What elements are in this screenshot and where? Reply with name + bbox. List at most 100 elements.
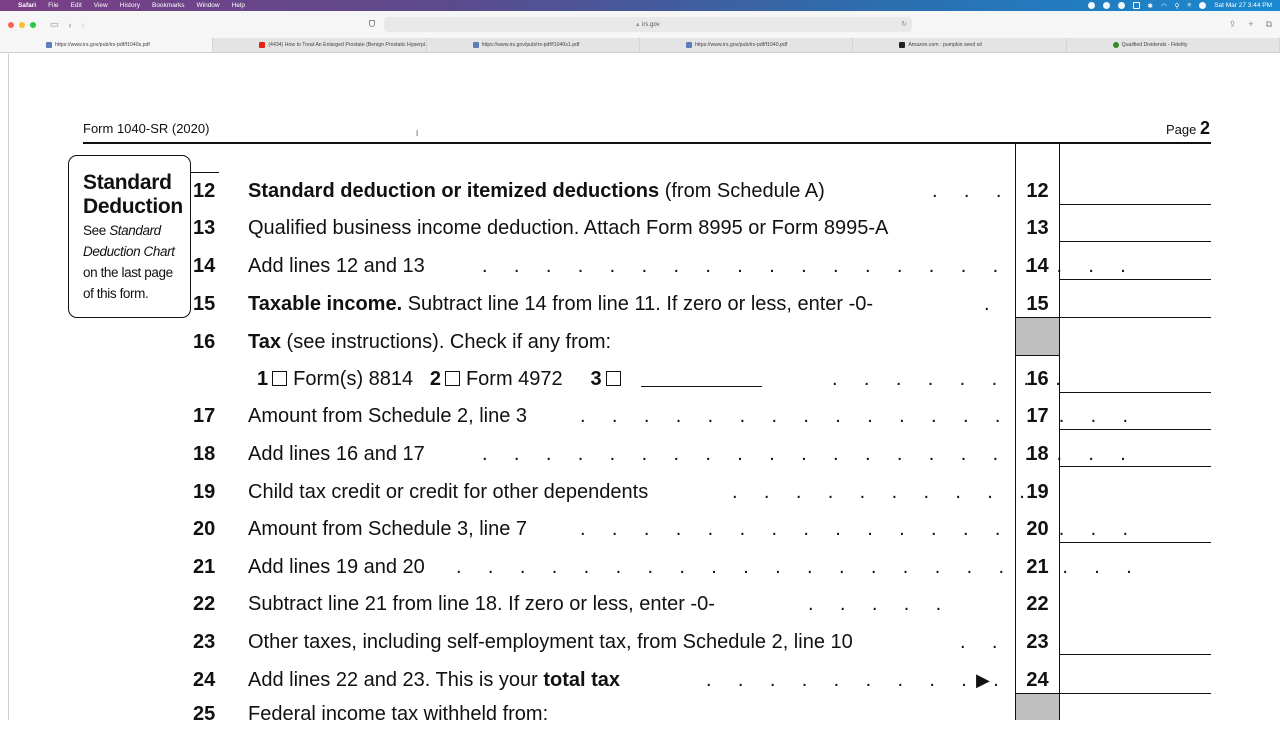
arrow-right-icon: ▶: [976, 670, 990, 690]
line-label-bold: total tax: [543, 669, 621, 691]
close-window-button[interactable]: [8, 21, 14, 28]
checkbox-form-8814[interactable]: [272, 371, 288, 386]
line-number: 18: [193, 443, 216, 465]
line-label-text: (from Schedule A): [659, 180, 825, 202]
macos-menu-bar: Safari File Edit View History Bookmarks …: [0, 0, 1280, 11]
app-status-icon[interactable]: [1102, 2, 1110, 9]
window-controls: [8, 21, 36, 28]
tab-label: https://www.irs.gov/pub/irs-pdf/f1040.pd…: [694, 42, 788, 48]
line-20: 20 Amount from Schedule 3, line 7 . . . …: [0, 511, 1280, 548]
tab-label: https://www.irs.gov/pub/irs-pdf/f1040s1.…: [481, 42, 580, 48]
reload-icon[interactable]: ↻: [901, 20, 907, 28]
tab-youtube-video[interactable]: (4434) How to Treat An Enlarged Prostate…: [213, 38, 427, 52]
line-14: 14 Add lines 12 and 13 . . . . . . . . .…: [0, 248, 1280, 285]
line-number: 17: [193, 405, 216, 427]
tab-fidelity[interactable]: Qualified Dividends - Fidelity: [1067, 38, 1280, 52]
check-3-number: 3: [590, 368, 602, 390]
line-16-options: 1 Form(s) 8814 2 Form 4972 3: [257, 368, 762, 391]
tab-f1040s1[interactable]: https://www.irs.gov/pub/irs-pdf/f1040s1.…: [427, 38, 640, 52]
record-status-icon[interactable]: [1087, 2, 1095, 9]
sync-status-icon[interactable]: [1117, 2, 1125, 9]
line-21: 21 Add lines 19 and 20 . . . . . . . . .…: [0, 549, 1280, 586]
std-box-connector: [191, 172, 219, 173]
menu-bookmarks[interactable]: Bookmarks: [152, 2, 185, 9]
fidelity-favicon-icon: [1112, 42, 1119, 48]
amount-field-23[interactable]: [1060, 624, 1211, 655]
control-center-icon[interactable]: ≡: [1187, 2, 1191, 9]
privacy-shield-icon[interactable]: [369, 20, 375, 27]
line-number: 23: [193, 631, 216, 653]
ref-number: 13: [1026, 217, 1049, 239]
line-number: 20: [193, 518, 216, 540]
amount-field-16[interactable]: [1060, 361, 1211, 393]
line-18: 18 Add lines 16 and 17 . . . . . . . . .…: [0, 436, 1280, 473]
bluetooth-icon[interactable]: ✱: [1148, 2, 1153, 10]
amount-field-13[interactable]: [1060, 211, 1211, 242]
clock[interactable]: Sat Mar 27 3:44 PM: [1214, 2, 1272, 9]
amount-field-12[interactable]: [1060, 174, 1211, 205]
line-label: Add lines 19 and 20: [248, 556, 425, 578]
menu-help[interactable]: Help: [232, 2, 245, 9]
display-status-icon[interactable]: [1132, 2, 1140, 9]
menu-history[interactable]: History: [120, 2, 140, 9]
check-2-number: 2: [429, 368, 441, 390]
line-label: Add lines 12 and 13: [248, 255, 425, 277]
ref-number: 14: [1026, 255, 1049, 277]
menu-edit[interactable]: Edit: [71, 2, 82, 9]
line-label: Taxable income. Subtract line 14 from li…: [248, 293, 873, 316]
line-number: 19: [193, 481, 216, 503]
checkbox-form-4972[interactable]: [444, 371, 460, 386]
fullscreen-window-button[interactable]: [30, 21, 36, 28]
ref-number: 12: [1026, 180, 1049, 202]
form-title: Form 1040-SR (2020): [83, 121, 210, 136]
tab-overview-icon[interactable]: ⧉: [1266, 19, 1272, 30]
ref-number: 15: [1026, 293, 1049, 315]
leader-dots: . . . . . . . . . . .: [706, 669, 1042, 691]
line-label-bold: Taxable income.: [248, 293, 403, 315]
wifi-icon[interactable]: ◠: [1161, 2, 1167, 10]
checkbox-other[interactable]: [605, 371, 621, 386]
menu-file[interactable]: File: [48, 2, 58, 9]
line-16-header: 16 Tax (see instructions). Check if any …: [0, 324, 1280, 361]
menu-app-safari[interactable]: Safari: [18, 2, 36, 9]
ref-cell-divider: [1016, 355, 1060, 356]
tab-f1040[interactable]: https://www.irs.gov/pub/irs-pdf/f1040.pd…: [640, 38, 854, 52]
amount-field-14[interactable]: [1060, 248, 1211, 280]
line-label: Amount from Schedule 3, line 7: [248, 518, 528, 540]
sidebar-toggle-icon[interactable]: ▭: [50, 19, 59, 30]
amount-field-24[interactable]: [1060, 662, 1211, 694]
amount-field-20[interactable]: [1060, 511, 1211, 543]
other-form-field[interactable]: [640, 373, 762, 387]
ref-cell-divider: [1016, 693, 1060, 694]
line-label: Add lines 16 and 17: [248, 443, 425, 465]
amount-field-17[interactable]: [1060, 398, 1211, 430]
text-cursor-icon: I: [416, 129, 419, 138]
address-text[interactable]: irs.gov: [642, 22, 660, 28]
new-tab-icon[interactable]: +: [1248, 19, 1253, 30]
tab-amazon[interactable]: Amazon.com : pumpkin seed oil: [853, 38, 1067, 52]
line-15: 15 Taxable income. Subtract line 14 from…: [0, 286, 1280, 323]
menu-view[interactable]: View: [94, 2, 108, 9]
siri-icon[interactable]: [1199, 2, 1207, 9]
ref-number: 19: [1026, 481, 1049, 503]
line-number: 16: [193, 331, 216, 353]
minimize-window-button[interactable]: [19, 21, 25, 28]
tab-f1040s[interactable]: https://www.irs.gov/pub/irs-pdf/f1040s.p…: [0, 38, 214, 52]
line-number: 15: [193, 293, 216, 315]
amount-field-15[interactable]: [1060, 286, 1211, 318]
line-19: 19 Child tax credit or credit for other …: [0, 473, 1280, 510]
search-spotlight-icon[interactable]: ⚲: [1175, 2, 1180, 10]
share-icon[interactable]: ⇪: [1229, 19, 1237, 30]
leader-dots: . .: [960, 631, 1008, 653]
line-number: 12: [193, 180, 216, 202]
ref-number: 16: [1026, 368, 1049, 390]
back-chevron-icon[interactable]: ‹: [69, 20, 72, 30]
line-label: Federal income tax withheld from:: [248, 703, 549, 725]
status-area: ✱ ◠ ⚲ ≡ Sat Mar 27 3:44 PM: [1087, 2, 1272, 10]
ref-number: 17: [1026, 405, 1049, 427]
address-bar[interactable]: 🔒︎ irs.gov ↻: [384, 17, 912, 32]
amount-field-18[interactable]: [1060, 436, 1211, 467]
menu-window[interactable]: Window: [197, 2, 220, 9]
ref-number: 20: [1026, 518, 1049, 540]
forward-chevron-icon[interactable]: ›: [82, 20, 85, 30]
